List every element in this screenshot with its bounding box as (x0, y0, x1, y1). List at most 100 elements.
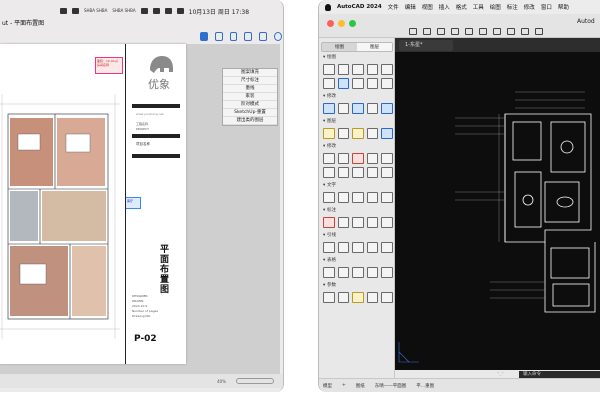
param-delete-icon[interactable] (381, 291, 393, 303)
doc-icon[interactable] (259, 31, 268, 41)
aligned-dim-icon[interactable] (337, 216, 350, 228)
menu-view[interactable]: 视图 (422, 3, 433, 11)
rotate-tool-icon[interactable] (352, 102, 364, 114)
table-extract-icon[interactable] (381, 266, 393, 278)
array-tool-icon[interactable] (337, 166, 350, 178)
section-header[interactable]: ▾ 修改 (323, 93, 393, 101)
minimize-button[interactable] (338, 20, 345, 27)
add-layout-button[interactable]: + (342, 383, 346, 388)
menu-insert[interactable]: 插入 (439, 3, 450, 11)
section-header[interactable]: ▾ 图层 (323, 118, 393, 126)
publish-icon[interactable] (493, 28, 501, 35)
move-tool-icon[interactable] (323, 102, 335, 114)
close-button[interactable] (327, 20, 334, 27)
trim-tool-icon[interactable] (352, 152, 364, 164)
tab-model[interactable]: 模型 (323, 383, 332, 389)
menu-file[interactable]: 文件 (388, 3, 399, 11)
section-header[interactable]: ▾ 文字 (323, 182, 393, 190)
point-tool-icon[interactable] (381, 77, 393, 89)
section-header[interactable]: ▾ 参数 (323, 282, 393, 290)
stretch-tool-icon[interactable] (337, 152, 350, 164)
section-header[interactable]: ▾ 修改 (323, 143, 393, 151)
offset-tool-icon[interactable] (323, 166, 335, 178)
multiline-text-icon[interactable] (323, 191, 335, 203)
polyline-tool-icon[interactable] (337, 63, 350, 75)
app-icon[interactable] (60, 8, 67, 14)
tab-layout[interactable]: 图纸 (356, 383, 365, 389)
copy-tool-icon[interactable] (337, 102, 350, 114)
tab-draw[interactable]: 绘图 (322, 43, 357, 51)
menu-edit[interactable]: 编辑 (405, 3, 416, 11)
rectangle-tool-icon[interactable] (381, 63, 393, 75)
table-link-icon[interactable] (366, 266, 379, 278)
layer-menu-item[interactable]: 家装 (223, 93, 277, 101)
dim-style-icon[interactable] (381, 216, 393, 228)
menu-window[interactable]: 窗口 (541, 3, 552, 11)
home-icon[interactable] (164, 8, 172, 14)
spell-check-icon[interactable] (381, 191, 393, 203)
gradient-tool-icon[interactable] (366, 77, 379, 89)
menu-app-name[interactable]: AutoCAD 2024 (337, 4, 382, 10)
line-tool-icon[interactable] (323, 63, 335, 75)
move-arrows-icon[interactable] (323, 152, 335, 164)
properties-icon[interactable] (521, 28, 529, 35)
mirror-tool-icon[interactable] (366, 102, 379, 114)
layer-lock-icon[interactable] (366, 127, 379, 139)
app-icon[interactable] (72, 8, 79, 14)
layer-menu-item[interactable]: 尺寸标注 (223, 77, 277, 85)
doc-icon[interactable] (244, 31, 253, 41)
section-header[interactable]: ▾ 引线 (323, 232, 393, 240)
control-center-icon[interactable] (176, 8, 184, 14)
layer-menu-item[interactable]: 建出类的图层 (223, 117, 277, 125)
tab-layout[interactable]: 东晴——平面图 (375, 383, 407, 389)
extend-tool-icon[interactable] (366, 152, 379, 164)
clock[interactable]: 10月13日 周日 17:38 (189, 7, 249, 16)
layer-freeze-icon[interactable] (352, 127, 364, 139)
radius-dim-icon[interactable] (366, 216, 379, 228)
save-icon[interactable] (437, 28, 445, 35)
erase-tool-icon[interactable] (366, 166, 379, 178)
layer-menu-item[interactable]: 墨线 (223, 85, 277, 93)
fillet-tool-icon[interactable] (381, 152, 393, 164)
layer-menu-item[interactable]: 图案填充 (223, 69, 277, 77)
section-header[interactable]: ▾ 表格 (323, 257, 393, 265)
menu-dimension[interactable]: 标注 (507, 3, 518, 11)
scale-tool-icon[interactable] (381, 102, 393, 114)
drawing-canvas[interactable] (395, 52, 600, 370)
hatch-tool-icon[interactable] (352, 77, 364, 89)
redo-icon[interactable] (465, 28, 473, 35)
constraint-icon[interactable] (337, 291, 350, 303)
leader-collect-icon[interactable] (366, 241, 379, 253)
print-icon[interactable] (479, 28, 487, 35)
table-tool-icon[interactable] (323, 266, 335, 278)
new-file-icon[interactable] (409, 28, 417, 35)
angular-dim-icon[interactable] (352, 216, 364, 228)
layer-menu-item[interactable]: 阶对模式 (223, 101, 277, 109)
leader-add-icon[interactable] (337, 241, 350, 253)
layer-icon[interactable] (507, 28, 515, 35)
find-text-icon[interactable] (366, 191, 379, 203)
maximize-button[interactable] (349, 20, 356, 27)
param-tool-icon[interactable] (323, 291, 335, 303)
layer-properties-icon[interactable] (323, 127, 335, 139)
section-header[interactable]: ▾ 绘图 (323, 54, 393, 62)
linear-dim-icon[interactable] (323, 216, 335, 228)
table-style-icon[interactable] (337, 266, 350, 278)
open-folder-icon[interactable] (423, 28, 431, 35)
menu-tools[interactable]: 工具 (473, 3, 484, 11)
section-header[interactable]: ▾ 标注 (323, 207, 393, 215)
page-icon[interactable] (200, 31, 208, 41)
wifi-icon[interactable] (152, 8, 160, 14)
circle-tool-icon[interactable] (352, 63, 364, 75)
param-manager-icon[interactable] (366, 291, 379, 303)
spline-tool-icon[interactable] (323, 77, 335, 89)
undo-icon[interactable] (451, 28, 459, 35)
layer-off-icon[interactable] (337, 127, 350, 139)
tab-layout[interactable]: 平...重图 (416, 383, 434, 389)
zoom-slider[interactable] (236, 378, 274, 384)
menu-format[interactable]: 格式 (456, 3, 467, 11)
arc-tool-icon[interactable] (366, 63, 379, 75)
doc-icon[interactable] (229, 31, 238, 41)
table-edit-icon[interactable] (352, 266, 364, 278)
leader-tool-icon[interactable] (323, 241, 335, 253)
